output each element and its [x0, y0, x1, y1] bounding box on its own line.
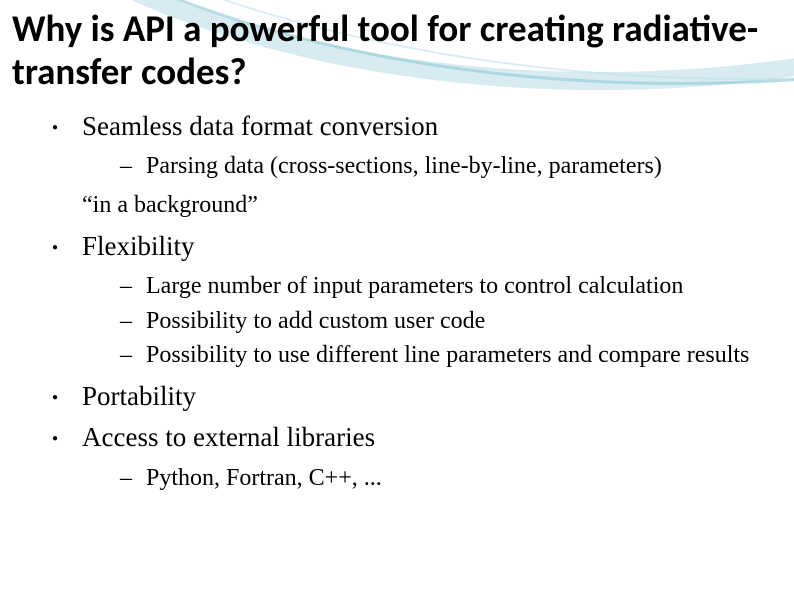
bullet-text: Seamless data format conversion — [82, 111, 438, 141]
list-item: Flexibility Large number of input parame… — [52, 227, 782, 371]
list-item: Parsing data (cross-sections, line-by-li… — [120, 150, 782, 182]
bullet-text: Python, Fortran, C++, ... — [146, 465, 382, 491]
list-item: Possibility to add custom user code — [120, 305, 782, 337]
bullet-text: Possibility to use different line parame… — [146, 342, 749, 368]
list-item: Python, Fortran, C++, ... — [120, 462, 782, 494]
list-item: Large number of input parameters to cont… — [120, 270, 782, 302]
sub-bullet-list: Large number of input parameters to cont… — [120, 270, 782, 371]
bullet-text: Access to external libraries — [82, 422, 375, 452]
list-item: Portability — [52, 377, 782, 416]
bullet-text: Portability — [82, 381, 196, 411]
bullet-continuation: “in a background” — [82, 189, 782, 221]
bullet-text: Parsing data (cross-sections, line-by-li… — [146, 153, 662, 179]
slide-container: Why is API a powerful tool for creating … — [0, 0, 794, 595]
sub-bullet-list: Parsing data (cross-sections, line-by-li… — [120, 150, 782, 182]
list-item: Access to external libraries Python, For… — [52, 418, 782, 494]
list-item: Possibility to use different line parame… — [120, 339, 782, 371]
bullet-text: Large number of input parameters to cont… — [146, 273, 683, 299]
list-item: Seamless data format conversion Parsing … — [52, 107, 782, 221]
sub-bullet-list: Python, Fortran, C++, ... — [120, 462, 782, 494]
slide-title: Why is API a powerful tool for creating … — [12, 8, 782, 93]
bullet-list: Seamless data format conversion Parsing … — [52, 107, 782, 494]
bullet-text: Possibility to add custom user code — [146, 308, 485, 334]
bullet-text: Flexibility — [82, 231, 195, 261]
